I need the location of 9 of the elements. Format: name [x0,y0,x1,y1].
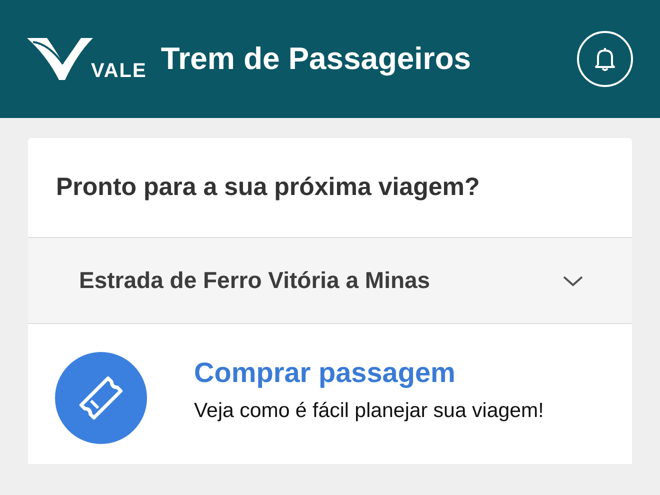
railway-dropdown[interactable]: Estrada de Ferro Vitória a Minas [28,238,632,324]
chevron-down-icon [562,274,584,288]
action-description: Veja como é fácil planejar sua viagem! [194,398,544,424]
brand-name: VALE [91,59,147,84]
app-title: Trem de Passageiros [160,40,472,78]
action-title[interactable]: Comprar passagem [194,358,544,389]
bell-icon [593,46,617,72]
card-heading: Pronto para a sua próxima viagem? [56,172,480,203]
notifications-button[interactable] [577,31,633,87]
